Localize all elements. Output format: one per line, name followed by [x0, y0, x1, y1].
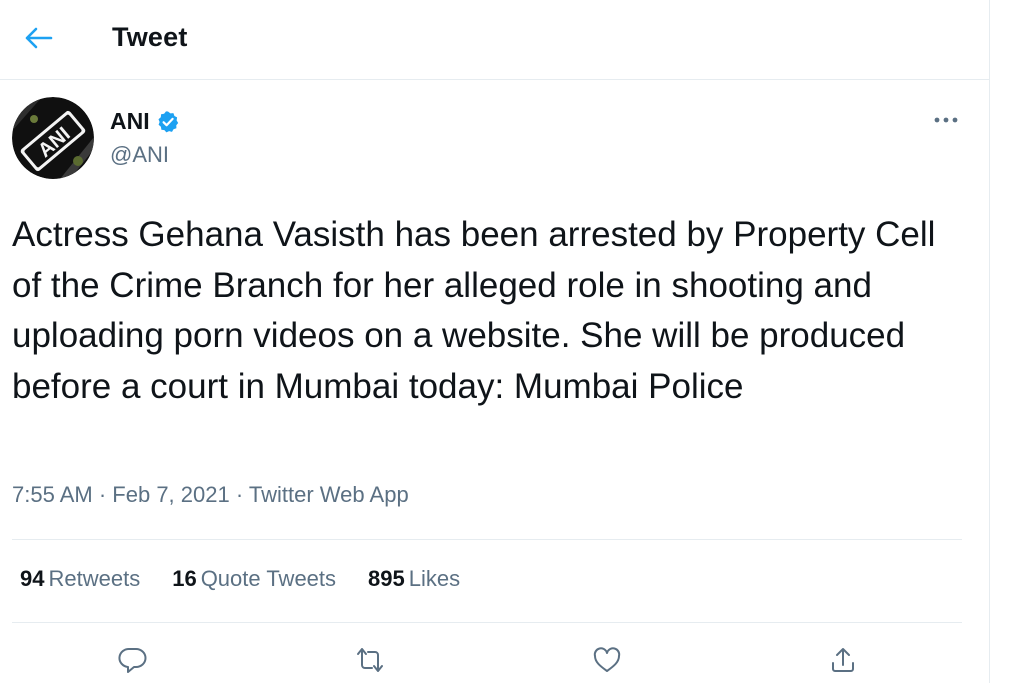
retweets-stat[interactable]: 94 Retweets: [20, 566, 140, 592]
quotes-count: 16: [172, 566, 197, 591]
likes-count: 895: [368, 566, 405, 591]
author-name-row[interactable]: ANI: [110, 108, 180, 135]
meta-separator: ·: [235, 482, 249, 507]
share-icon: [832, 648, 854, 672]
retweets-count: 94: [20, 566, 45, 591]
tweet-actions: [0, 640, 990, 683]
ani-logo: ANI: [12, 97, 94, 179]
retweet-icon: [357, 648, 383, 672]
likes-label: Likes: [408, 566, 461, 591]
tweet-meta: 7:55 AM · Feb 7, 2021 · Twitter Web App: [12, 482, 409, 508]
back-button[interactable]: [18, 18, 58, 58]
avatar[interactable]: ANI: [12, 97, 94, 179]
retweet-button[interactable]: [350, 640, 390, 680]
divider: [12, 539, 962, 540]
tweet-text: Actress Gehana Vasisth has been arrested…: [12, 215, 936, 406]
author-handle[interactable]: @ANI: [110, 142, 169, 168]
meta-separator: ·: [98, 482, 113, 507]
likes-stat[interactable]: 895 Likes: [368, 566, 460, 592]
author-display-name[interactable]: ANI: [110, 108, 150, 135]
like-icon: [593, 647, 621, 672]
quote-tweets-stat[interactable]: 16 Quote Tweets: [172, 566, 336, 592]
more-options-button[interactable]: [925, 104, 967, 136]
tweet-column: Tweet ANI ANI @ANI Actress Gehana Vasist…: [0, 0, 990, 683]
arrow-left-icon: [25, 27, 53, 49]
tweet-date[interactable]: Feb 7, 2021: [112, 482, 229, 507]
divider: [12, 622, 962, 623]
share-button[interactable]: [823, 640, 863, 680]
tweet-source[interactable]: Twitter Web App: [249, 482, 409, 507]
page-header: Tweet: [0, 0, 989, 80]
more-horizontal-icon: [934, 117, 958, 123]
retweets-label: Retweets: [48, 566, 141, 591]
quotes-label: Quote Tweets: [200, 566, 337, 591]
like-button[interactable]: [587, 640, 627, 680]
page-title: Tweet: [112, 22, 188, 52]
reply-icon: [118, 647, 147, 673]
verified-badge-icon: [158, 110, 178, 132]
reply-button[interactable]: [113, 640, 153, 680]
tweet-stats: 94 Retweets 16 Quote Tweets 895 Likes: [20, 566, 460, 592]
tweet-time[interactable]: 7:55 AM: [12, 482, 93, 507]
